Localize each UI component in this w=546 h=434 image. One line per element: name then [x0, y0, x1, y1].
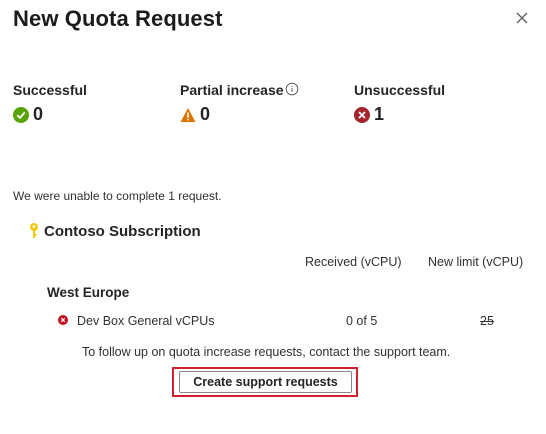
success-check-icon [13, 106, 29, 123]
error-x-icon [354, 106, 370, 123]
successful-value: 0 [33, 104, 44, 124]
region-label: West Europe [47, 285, 130, 300]
partial-count: 0 [180, 104, 210, 125]
info-icon[interactable] [285, 82, 299, 96]
successful-label: Successful [13, 82, 87, 98]
successful-count: 0 [13, 104, 43, 125]
unsuccessful-value: 1 [374, 104, 385, 124]
followup-text: To follow up on quota increase requests,… [82, 345, 451, 359]
key-icon [30, 223, 38, 238]
partial-value: 0 [200, 104, 211, 124]
result-message: We were unable to complete 1 request. [13, 189, 222, 203]
column-header-new-limit: New limit (vCPU) [428, 255, 524, 269]
unsuccessful-count: 1 [354, 104, 384, 125]
subscription-header: Contoso Subscription [28, 222, 201, 240]
quota-row-new-limit: 25 [480, 314, 494, 328]
create-support-requests-button[interactable]: Create support requests [179, 371, 352, 393]
partial-label: Partial increase [180, 82, 284, 98]
unsuccessful-label: Unsuccessful [354, 82, 446, 98]
quota-row-name: Dev Box General vCPUs [77, 314, 215, 328]
close-icon[interactable] [512, 8, 532, 28]
quota-row-received: 0 of 5 [346, 314, 378, 328]
column-header-received: Received (vCPU) [305, 255, 402, 269]
dialog-title: New Quota Request [13, 6, 223, 31]
warning-triangle-icon [180, 107, 196, 122]
subscription-name: Contoso Subscription [44, 222, 201, 240]
error-status-icon [58, 315, 68, 325]
